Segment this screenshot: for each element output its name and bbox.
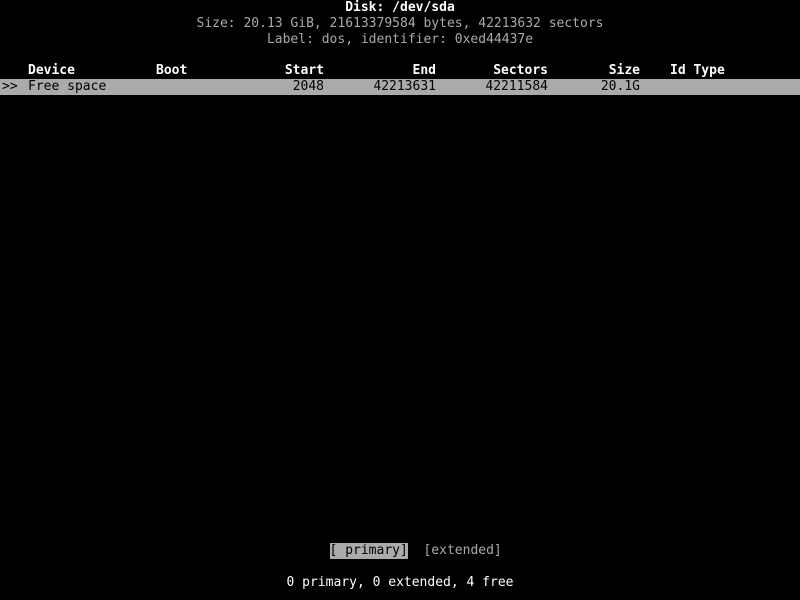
cfdisk-console-screen: Disk: /dev/sda Size: 20.13 GiB, 21613379…	[0, 0, 800, 600]
button-extended[interactable]: [extended]	[423, 543, 501, 559]
disk-size-line: Size: 20.13 GiB, 21613379584 bytes, 4221…	[196, 16, 604, 31]
column-header-end: End	[412, 63, 436, 78]
partition-summary-status: 0 primary, 0 extended, 4 free	[286, 575, 514, 590]
partition-table-header: Device Boot Start End Sectors Size Id Ty…	[0, 63, 800, 79]
button-primary[interactable]: [ primary]	[329, 543, 408, 559]
cell-device: Free space	[28, 79, 107, 94]
button-spacer	[408, 543, 424, 559]
disk-label-line: Label: dos, identifier: 0xed44437e	[266, 32, 534, 47]
action-button-bar: [ primary] [extended]	[0, 527, 800, 559]
cell-sectors: 42211584	[485, 79, 548, 94]
cell-start: 2048	[292, 79, 324, 94]
cell-size: 20.1G	[600, 79, 640, 94]
column-header-id-type: Id Type	[670, 63, 725, 78]
disk-title: Disk: /dev/sda	[345, 0, 455, 15]
row-selection-marker: >>	[2, 79, 18, 94]
column-header-device: Device	[28, 63, 75, 78]
column-header-size: Size	[608, 63, 640, 78]
cell-end: 42213631	[373, 79, 436, 94]
column-header-sectors: Sectors	[493, 63, 548, 78]
column-header-start: Start	[284, 63, 324, 78]
table-row[interactable]: >> Free space 2048 42213631 42211584 20.…	[0, 79, 800, 95]
column-header-boot: Boot	[156, 63, 188, 78]
